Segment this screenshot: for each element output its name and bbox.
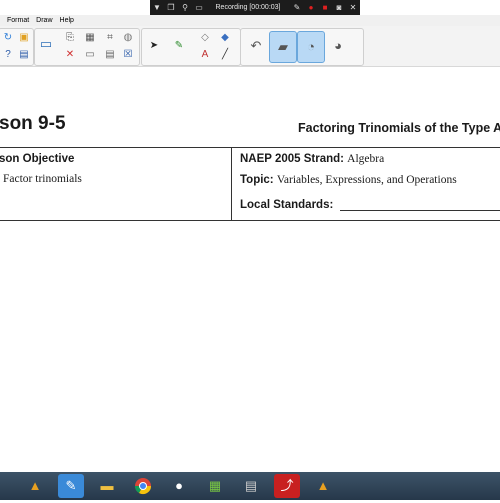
layout-icon[interactable]: ▤ — [103, 48, 117, 62]
topic: Topic: Variables, Expressions, and Opera… — [240, 174, 457, 186]
chrome-icon[interactable] — [130, 474, 156, 498]
menu-help[interactable]: Help — [60, 17, 74, 24]
taskbar: ▲ ✎ ▬ ● ▦ ▤ ⤴ ▲ — [0, 472, 500, 500]
line-tool-icon[interactable]: ╱ — [218, 48, 232, 62]
menu-format[interactable]: Format — [7, 17, 29, 24]
pdf-icon[interactable]: ⤴ — [274, 474, 300, 498]
camera-icon[interactable]: ◙ — [332, 3, 346, 12]
open-folder-icon[interactable]: ▣ — [17, 31, 31, 45]
page-icon[interactable]: ⎘ — [63, 31, 77, 45]
toolbar: ↻ ▣ ? ▤ ▭ ⎘ ▦ ⌗ ◍ ✕ ▭ ▤ ☒ ➤ ✎ ◇ A ◆ ╱ ↶ … — [0, 26, 500, 67]
toolbar-group-file: ↻ ▣ ? ▤ — [0, 28, 34, 66]
pointer-icon[interactable]: ➤ — [147, 39, 161, 53]
chrome-logo-icon — [134, 478, 152, 495]
recording-bar: ▼ ❐ ⚲ ▭ Recording [00:00:03] ✎ ● ■ ◙ ✕ — [150, 0, 360, 15]
notes-icon[interactable]: ✎ — [58, 474, 84, 498]
topic-label: Topic: — [240, 174, 274, 186]
record-view-icon[interactable]: ◍ — [121, 31, 135, 45]
delete-icon[interactable]: ✕ — [63, 48, 77, 62]
local-standards-blank — [339, 200, 500, 211]
refresh-icon[interactable]: ↻ — [1, 31, 15, 45]
local-standards-label: Local Standards: — [240, 199, 334, 211]
table-divider — [231, 147, 232, 220]
display-icon[interactable]: ▭ — [39, 37, 53, 51]
menu-bar: Format Draw Help — [0, 15, 500, 26]
screen-icon[interactable]: ▭ — [83, 48, 97, 62]
save-icon[interactable]: ▤ — [17, 48, 31, 62]
toolbar-group-tools: ↶ ▰ ◔ ◕ — [240, 28, 364, 66]
shapes-icon[interactable]: ◆ — [218, 31, 232, 45]
recording-status: Recording [00:00:03] — [215, 4, 281, 11]
topic-value: Variables, Expressions, and Operations — [276, 174, 457, 186]
close-icon[interactable]: ✕ — [346, 3, 360, 12]
objective-text: Factor trinomials — [3, 173, 82, 185]
eraser-icon[interactable]: ◇ — [198, 31, 212, 45]
restore-icon[interactable]: ❐ — [164, 3, 178, 12]
screenshot-icon[interactable]: ▦ — [83, 31, 97, 45]
objective-heading: son Objective — [0, 153, 75, 165]
stop-icon[interactable]: ■ — [318, 3, 332, 12]
folder-icon[interactable]: ▬ — [94, 474, 120, 498]
pen-icon[interactable]: ✎ — [290, 3, 304, 12]
local-standards: Local Standards: — [240, 199, 500, 211]
table-top-rule — [0, 147, 500, 148]
app-icon-1[interactable]: ▲ — [22, 474, 48, 498]
close-page-icon[interactable]: ☒ — [121, 48, 135, 62]
grid-icon[interactable]: ▦ — [202, 474, 228, 498]
record-icon[interactable]: ● — [304, 3, 318, 12]
rotate-icon[interactable]: ◕ — [325, 31, 351, 61]
table-bottom-rule — [0, 220, 500, 221]
toolbar-group-draw: ➤ ✎ ◇ A ◆ ╱ — [141, 28, 241, 66]
document-page: son 9-5 Factoring Trinomials of the Type… — [0, 67, 500, 472]
naep-strand: NAEP 2005 Strand: Algebra — [240, 153, 384, 165]
eraser-active-icon[interactable]: ▰ — [269, 31, 297, 63]
lesson-subtitle: Factoring Trinomials of the Type A — [298, 121, 500, 135]
lesson-title: son 9-5 — [0, 113, 66, 134]
app-icon-2[interactable]: ▲ — [310, 474, 336, 498]
undo-icon[interactable]: ↶ — [243, 31, 269, 61]
toolbar-group-view: ▭ ⎘ ▦ ⌗ ◍ ✕ ▭ ▤ ☒ — [34, 28, 140, 66]
pen-tool-icon[interactable]: ✎ — [172, 39, 186, 53]
desktop-icon[interactable]: ▭ — [192, 3, 206, 12]
dropdown-icon[interactable]: ▼ — [150, 3, 164, 12]
naep-value: Algebra — [347, 153, 385, 165]
search-icon[interactable]: ⚲ — [178, 3, 192, 12]
text-tool-icon[interactable]: A — [198, 48, 212, 62]
calculator-icon[interactable]: ▤ — [238, 474, 264, 498]
lasso-icon[interactable]: ◔ — [297, 31, 325, 63]
help-icon[interactable]: ? — [1, 48, 15, 62]
naep-label: NAEP 2005 Strand: — [240, 153, 344, 165]
media-icon[interactable]: ● — [166, 474, 192, 498]
menu-draw[interactable]: Draw — [36, 17, 52, 24]
capture-icon[interactable]: ⌗ — [103, 31, 117, 45]
